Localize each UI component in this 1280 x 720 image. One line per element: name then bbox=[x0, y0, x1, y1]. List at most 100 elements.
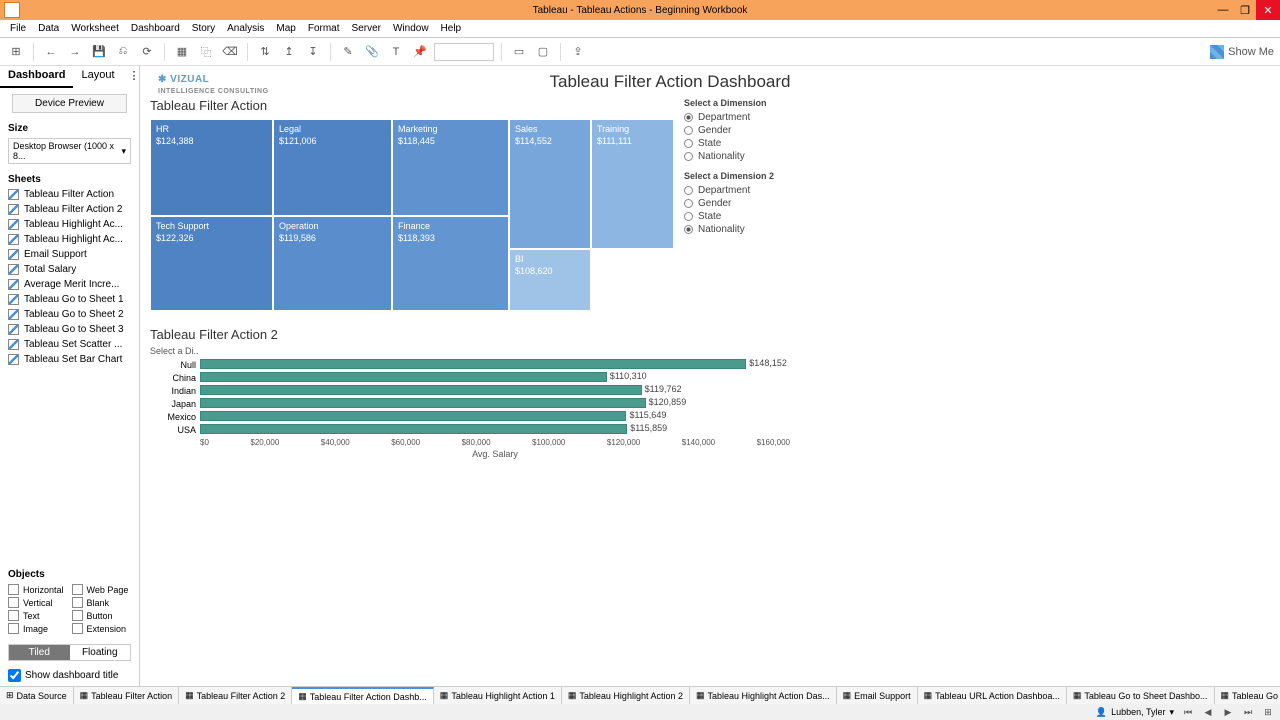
sheet-item[interactable]: Tableau Filter Action 2 bbox=[0, 202, 139, 217]
sheet-tab[interactable]: ▦Tableau Filter Action bbox=[74, 687, 180, 704]
sheet-item[interactable]: Tableau Filter Action bbox=[0, 187, 139, 202]
treemap-cell[interactable]: Training$111,111 bbox=[591, 119, 674, 249]
sheet-tab[interactable]: ▦Email Support bbox=[837, 687, 918, 704]
menu-format[interactable]: Format bbox=[302, 23, 346, 34]
menu-worksheet[interactable]: Worksheet bbox=[65, 23, 125, 34]
menu-server[interactable]: Server bbox=[346, 23, 387, 34]
sheet-tab[interactable]: ▦Tableau URL Action Dashboa... bbox=[918, 687, 1067, 704]
sheet-tab[interactable]: ▦Tableau Filter Action 2 bbox=[179, 687, 292, 704]
tab-layout[interactable]: Layout bbox=[73, 66, 122, 88]
sheet-tab[interactable]: ⊞Data Source bbox=[0, 687, 74, 704]
sheet-tab[interactable]: ▦Tableau Highlight Action Das... bbox=[690, 687, 837, 704]
sort-asc-button[interactable]: ↥ bbox=[279, 42, 299, 62]
show-title-checkbox[interactable] bbox=[8, 669, 21, 682]
sheet-item[interactable]: Tableau Set Scatter ... bbox=[0, 337, 139, 352]
new-worksheet-button[interactable]: ▦ bbox=[172, 42, 192, 62]
object-item[interactable]: Text bbox=[8, 610, 68, 621]
object-item[interactable]: Image bbox=[8, 623, 68, 634]
clear-button[interactable]: ⌫ bbox=[220, 42, 240, 62]
treemap[interactable]: HR$124,388Legal$121,006Marketing$118,445… bbox=[150, 119, 674, 311]
find-input[interactable] bbox=[434, 43, 494, 61]
back-button[interactable]: ← bbox=[41, 42, 61, 62]
status-user[interactable]: 👤 Lubben, Tyler ▾ bbox=[1096, 707, 1174, 718]
sheet-item[interactable]: Total Salary bbox=[0, 262, 139, 277]
group-button[interactable]: 📎 bbox=[362, 42, 382, 62]
view-toggle-button[interactable]: ⊞ bbox=[1262, 706, 1274, 718]
show-me-button[interactable]: Show Me bbox=[1210, 45, 1274, 59]
radio-option[interactable]: Gender bbox=[684, 197, 834, 210]
treemap-cell[interactable]: Finance$118,393 bbox=[392, 216, 509, 311]
radio-option[interactable]: Nationality bbox=[684, 223, 834, 236]
sheet-item[interactable]: Tableau Set Bar Chart bbox=[0, 352, 139, 367]
pause-updates-button[interactable]: ⟳ bbox=[137, 42, 157, 62]
tableau-icon[interactable]: ⊞ bbox=[6, 42, 26, 62]
radio-option[interactable]: State bbox=[684, 137, 834, 150]
presentation-button[interactable]: ▢ bbox=[533, 42, 553, 62]
duplicate-button[interactable]: ⿻ bbox=[196, 42, 216, 62]
object-item[interactable]: Button bbox=[72, 610, 132, 621]
menu-file[interactable]: File bbox=[4, 23, 32, 34]
menu-window[interactable]: Window bbox=[387, 23, 435, 34]
minimize-button[interactable]: — bbox=[1212, 0, 1234, 20]
treemap-cell[interactable]: Marketing$118,445 bbox=[392, 119, 509, 216]
bar-row[interactable]: Mexico$115,649 bbox=[150, 410, 800, 423]
bar-row[interactable]: USA$115,859 bbox=[150, 423, 800, 436]
tiled-button[interactable]: Tiled bbox=[9, 645, 70, 660]
size-select[interactable]: Desktop Browser (1000 x 8... ▾ bbox=[8, 138, 131, 164]
menu-analysis[interactable]: Analysis bbox=[221, 23, 270, 34]
sheet-tab[interactable]: ▦Tableau Go to Sheet Salary D... bbox=[1215, 687, 1280, 704]
sheet-item[interactable]: Tableau Go to Sheet 2 bbox=[0, 307, 139, 322]
object-item[interactable]: Vertical bbox=[8, 597, 68, 608]
label-button[interactable]: T bbox=[386, 42, 406, 62]
bar-row[interactable]: Null$148,152 bbox=[150, 358, 800, 371]
menu-help[interactable]: Help bbox=[435, 23, 468, 34]
bar-row[interactable]: Japan$120,859 bbox=[150, 397, 800, 410]
sheet-tab[interactable]: ▦Tableau Go to Sheet Dashbo... bbox=[1067, 687, 1215, 704]
radio-option[interactable]: Gender bbox=[684, 124, 834, 137]
menu-dashboard[interactable]: Dashboard bbox=[125, 23, 186, 34]
tab-dashboard[interactable]: Dashboard bbox=[0, 66, 73, 88]
radio-option[interactable]: Department bbox=[684, 111, 834, 124]
highlight-button[interactable]: ✎ bbox=[338, 42, 358, 62]
treemap-cell[interactable]: BI$108,620 bbox=[509, 249, 591, 311]
radio-option[interactable]: Nationality bbox=[684, 150, 834, 163]
object-item[interactable]: Extension bbox=[72, 623, 132, 634]
sheet-tab[interactable]: ▦Tableau Filter Action Dashb... bbox=[292, 687, 434, 704]
swap-button[interactable]: ⇅ bbox=[255, 42, 275, 62]
menu-story[interactable]: Story bbox=[186, 23, 221, 34]
sheet-item[interactable]: Tableau Go to Sheet 1 bbox=[0, 292, 139, 307]
share-button[interactable]: ⇪ bbox=[568, 42, 588, 62]
treemap-cell[interactable]: Tech Support$122,326 bbox=[150, 216, 273, 311]
sheet-item[interactable]: Tableau Go to Sheet 3 bbox=[0, 322, 139, 337]
menu-data[interactable]: Data bbox=[32, 23, 65, 34]
treemap-cell[interactable]: Sales$114,552 bbox=[509, 119, 591, 249]
object-item[interactable]: Web Page bbox=[72, 584, 132, 595]
treemap-cell[interactable]: Operation$119,586 bbox=[273, 216, 392, 311]
barchart[interactable]: Null$148,152China$110,310Indian$119,762J… bbox=[150, 358, 800, 436]
sheet-item[interactable]: Tableau Highlight Ac... bbox=[0, 217, 139, 232]
bar-row[interactable]: Indian$119,762 bbox=[150, 384, 800, 397]
close-button[interactable]: ✕ bbox=[1256, 0, 1280, 20]
radio-option[interactable]: Department bbox=[684, 184, 834, 197]
nav-first-button[interactable]: ⏮ bbox=[1182, 706, 1194, 718]
pin-button[interactable]: 📌 bbox=[410, 42, 430, 62]
nav-last-button[interactable]: ⏭ bbox=[1242, 706, 1254, 718]
save-button[interactable]: 💾 bbox=[89, 42, 109, 62]
radio-option[interactable]: State bbox=[684, 210, 834, 223]
floating-button[interactable]: Floating bbox=[70, 645, 131, 660]
device-preview-button[interactable]: Device Preview bbox=[12, 94, 127, 113]
object-item[interactable]: Horizontal bbox=[8, 584, 68, 595]
fit-button[interactable]: ▭ bbox=[509, 42, 529, 62]
bar-row[interactable]: China$110,310 bbox=[150, 371, 800, 384]
sheet-tab[interactable]: ▦Tableau Highlight Action 2 bbox=[562, 687, 690, 704]
nav-next-button[interactable]: ▶ bbox=[1222, 706, 1234, 718]
maximize-button[interactable]: ❐ bbox=[1234, 0, 1256, 20]
sheet-item[interactable]: Average Merit Incre... bbox=[0, 277, 139, 292]
nav-prev-button[interactable]: ◀ bbox=[1202, 706, 1214, 718]
object-item[interactable]: Blank bbox=[72, 597, 132, 608]
treemap-cell[interactable]: HR$124,388 bbox=[150, 119, 273, 216]
forward-button[interactable]: → bbox=[65, 42, 85, 62]
sheet-item[interactable]: Tableau Highlight Ac... bbox=[0, 232, 139, 247]
treemap-cell[interactable]: Legal$121,006 bbox=[273, 119, 392, 216]
new-datasource-button[interactable]: ⎌ bbox=[113, 42, 133, 62]
